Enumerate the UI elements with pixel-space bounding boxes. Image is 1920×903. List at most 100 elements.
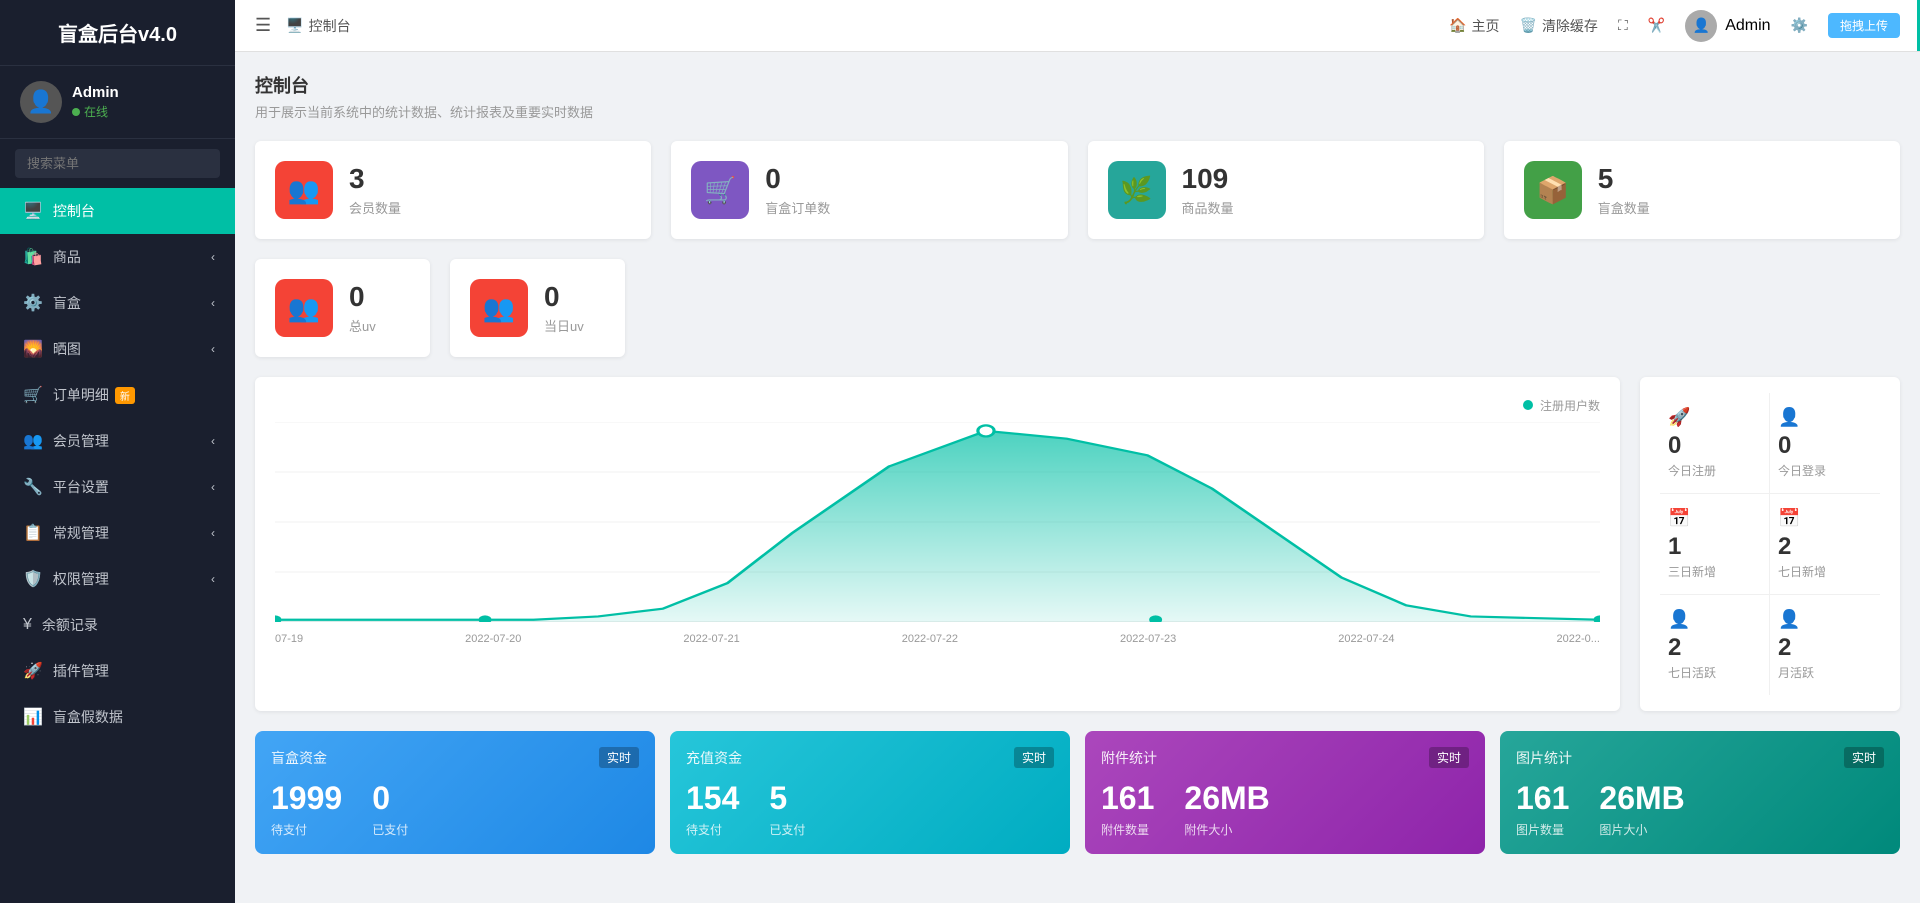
photo-icon: 🌄 — [23, 339, 43, 359]
bc-val-3b: 26MB — [1184, 780, 1269, 817]
nav-label-photo: 晒图 — [53, 339, 81, 359]
content-area: 控制台 用于展示当前系统中的统计数据、统计报表及重要实时数据 👥 3 会员数量 … — [235, 52, 1920, 903]
bc-badge-4: 实时 — [1844, 747, 1884, 768]
stats-row-2: 👥 0 总uv 👥 0 当日uv — [255, 259, 935, 357]
orders-icon: 🛒 — [23, 385, 43, 405]
orders-badge: 新 — [115, 387, 135, 404]
sidebar-item-balance[interactable]: ¥ 余额记录 — [0, 602, 235, 648]
screenshot-button[interactable]: ✂️ — [1648, 17, 1665, 34]
sidebar-item-permission[interactable]: 🛡️ 权限管理 ‹ — [0, 556, 235, 602]
trash-icon: 🗑️ — [1520, 17, 1537, 34]
right-stats-panel: 🚀 0 今日注册 👤 0 今日登录 📅 1 三日新增 — [1640, 377, 1900, 711]
chart-legend: 注册用户数 — [1523, 397, 1600, 414]
dashboard-icon: 🖥️ — [23, 201, 43, 221]
menu-toggle-button[interactable]: ☰ — [255, 15, 271, 36]
sidebar: 盲盒后台v4.0 👤 Admin 在线 🖥️ 控制台 🛍️ 商品 ‹ ⚙️ 盲盒 — [0, 0, 235, 903]
nav-label-fake: 盲盒假数据 — [53, 707, 123, 727]
today-login-label: 今日登录 — [1778, 462, 1872, 479]
fullscreen-icon: ⛶ — [1618, 17, 1628, 34]
orders-label: 盲盒订单数 — [765, 198, 830, 217]
x-label-3: 2022-07-21 — [683, 633, 739, 645]
bc-sub-1a: 待支付 — [271, 821, 342, 838]
sidebar-item-fake[interactable]: 📊 盲盒假数据 — [0, 694, 235, 740]
bc-badge-3: 实时 — [1429, 747, 1469, 768]
user-menu[interactable]: 👤 Admin — [1685, 10, 1770, 42]
sidebar-item-dashboard[interactable]: 🖥️ 控制台 — [0, 188, 235, 234]
home-icon: 🏠 — [1449, 17, 1466, 34]
username: Admin — [72, 84, 119, 101]
members-icon: 👥 — [23, 431, 43, 451]
sidebar-item-members[interactable]: 👥 会员管理 ‹ — [0, 418, 235, 464]
bc-sub-2a: 待支付 — [686, 821, 739, 838]
home-button[interactable]: 🏠 主页 — [1449, 16, 1499, 36]
x-label-2: 2022-07-20 — [465, 633, 521, 645]
nav-label-members: 会员管理 — [53, 431, 109, 451]
sidebar-item-photo[interactable]: 🌄 晒图 ‹ — [0, 326, 235, 372]
bc-val-4b: 26MB — [1599, 780, 1684, 817]
settings-button[interactable]: ⚙️ — [1791, 17, 1808, 34]
spacer2 — [800, 259, 935, 357]
chart-dot-2 — [479, 615, 492, 622]
breadcrumb-icon: 🖥️ — [286, 17, 303, 34]
breadcrumb-text: 控制台 — [309, 16, 351, 36]
boxes-value: 5 — [1598, 163, 1650, 195]
page-header: 控制台 用于展示当前系统中的统计数据、统计报表及重要实时数据 — [255, 72, 1900, 121]
boxes-label: 盲盒数量 — [1598, 198, 1650, 217]
7day-active-label: 七日活跃 — [1668, 664, 1761, 681]
rs-7day-new: 📅 2 七日新增 — [1770, 494, 1880, 595]
upload-button[interactable]: 拖拽上传 — [1828, 13, 1900, 38]
page-subtitle: 用于展示当前系统中的统计数据、统计报表及重要实时数据 — [255, 102, 1900, 121]
clear-cache-button[interactable]: 🗑️ 清除缓存 — [1520, 16, 1598, 36]
plugins-icon: 🚀 — [23, 661, 43, 681]
stats-row-1: 👥 3 会员数量 🛒 0 盲盒订单数 🌿 109 商品数量 — [255, 141, 1900, 239]
chart-dot-1 — [275, 615, 281, 622]
arrow-icon-4: ‹ — [211, 434, 215, 448]
products-stat-icon: 🌿 — [1108, 161, 1166, 219]
bc-val-1a: 1999 — [271, 780, 342, 817]
chart-x-labels: 07-19 2022-07-20 2022-07-21 2022-07-22 2… — [275, 633, 1600, 645]
bottom-card-recharge-fund: 充值资金 实时 154 待支付 5 已支付 — [670, 731, 1070, 854]
chart-svg — [275, 422, 1600, 622]
total-uv-label: 总uv — [349, 316, 376, 335]
sidebar-item-goods[interactable]: 🛍️ 商品 ‹ — [0, 234, 235, 280]
sidebar-item-platform[interactable]: 🔧 平台设置 ‹ — [0, 464, 235, 510]
fake-icon: 📊 — [23, 707, 43, 727]
arrow-icon-2: ‹ — [211, 296, 215, 310]
chart-area-fill — [275, 431, 1600, 622]
bc-sub-4a: 图片数量 — [1516, 821, 1569, 838]
calendar-icon-2: 📅 — [1778, 508, 1872, 529]
rocket-icon: 🚀 — [1668, 407, 1761, 428]
bc-val-4a: 161 — [1516, 780, 1569, 817]
user-active-icon-1: 👤 — [1668, 609, 1761, 630]
fullscreen-button[interactable]: ⛶ — [1618, 17, 1628, 34]
blindbox-icon: ⚙️ — [23, 293, 43, 313]
clear-cache-label: 清除缓存 — [1542, 16, 1598, 36]
today-register-label: 今日注册 — [1668, 462, 1761, 479]
bottom-card-images: 图片统计 实时 161 图片数量 26MB 图片大小 — [1500, 731, 1900, 854]
page-title: 控制台 — [255, 72, 1900, 98]
arrow-icon: ‹ — [211, 250, 215, 264]
products-value: 109 — [1182, 163, 1234, 195]
stat-card-products: 🌿 109 商品数量 — [1088, 141, 1484, 239]
monthly-active-label: 月活跃 — [1778, 664, 1872, 681]
general-icon: 📋 — [23, 523, 43, 543]
search-input[interactable] — [15, 149, 220, 178]
sidebar-item-general[interactable]: 📋 常规管理 ‹ — [0, 510, 235, 556]
7day-new-label: 七日新增 — [1778, 563, 1872, 580]
stat-card-total-uv: 👥 0 总uv — [255, 259, 430, 357]
arrow-icon-7: ‹ — [211, 572, 215, 586]
stat-card-members: 👥 3 会员数量 — [255, 141, 651, 239]
sidebar-item-blindbox[interactable]: ⚙️ 盲盒 ‹ — [0, 280, 235, 326]
stat-card-boxes: 📦 5 盲盒数量 — [1504, 141, 1900, 239]
sidebar-item-orders[interactable]: 🛒 订单明细 新 — [0, 372, 235, 418]
members-label: 会员数量 — [349, 198, 401, 217]
sidebar-item-plugins[interactable]: 🚀 插件管理 — [0, 648, 235, 694]
goods-icon: 🛍️ — [23, 247, 43, 267]
monthly-active-value: 2 — [1778, 634, 1872, 662]
home-label: 主页 — [1472, 16, 1500, 36]
nav-label-orders: 订单明细 — [53, 385, 109, 405]
arrow-icon-5: ‹ — [211, 480, 215, 494]
arrow-icon-3: ‹ — [211, 342, 215, 356]
rs-3day-new: 📅 1 三日新增 — [1660, 494, 1770, 595]
bottom-card-attachments: 附件统计 实时 161 附件数量 26MB 附件大小 — [1085, 731, 1485, 854]
